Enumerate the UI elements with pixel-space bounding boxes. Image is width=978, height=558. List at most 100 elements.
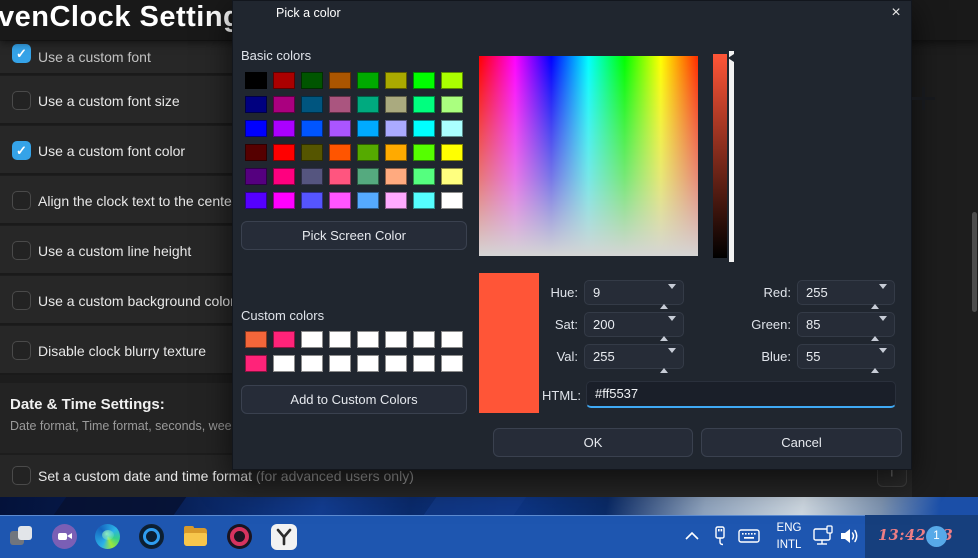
basic-color-swatch[interactable]	[413, 72, 435, 89]
setting-checkbox[interactable]: ✓	[12, 44, 31, 63]
tray-language-indicator[interactable]: ENG INTL	[772, 520, 806, 554]
spinner-arrows-icon[interactable]	[660, 285, 676, 308]
basic-color-swatch[interactable]	[413, 120, 435, 137]
custom-color-swatch[interactable]	[273, 355, 295, 372]
basic-color-swatch[interactable]	[385, 168, 407, 185]
basic-color-swatch[interactable]	[273, 96, 295, 113]
custom-color-swatch[interactable]	[385, 355, 407, 372]
basic-color-swatch[interactable]	[273, 192, 295, 209]
notification-badge[interactable]: 1	[926, 526, 947, 547]
basic-color-swatch[interactable]	[357, 144, 379, 161]
add-to-custom-colors-button[interactable]: Add to Custom Colors	[241, 385, 467, 414]
custom-color-swatch[interactable]	[357, 355, 379, 372]
pick-screen-color-button[interactable]: Pick Screen Color	[241, 221, 467, 250]
custom-color-swatch[interactable]	[413, 331, 435, 348]
opera-gx-icon[interactable]	[227, 524, 253, 550]
custom-color-swatch[interactable]	[301, 331, 323, 348]
basic-color-swatch[interactable]	[329, 96, 351, 113]
custom-color-swatch[interactable]	[245, 355, 267, 372]
basic-color-swatch[interactable]	[441, 120, 463, 137]
basic-color-swatch[interactable]	[385, 144, 407, 161]
basic-color-swatch[interactable]	[413, 192, 435, 209]
value-slider[interactable]	[713, 54, 727, 258]
custom-color-swatch[interactable]	[357, 331, 379, 348]
elevenclock-taskbar-clock[interactable]: 13:42:13 1	[865, 515, 978, 558]
basic-color-swatch[interactable]	[385, 120, 407, 137]
custom-color-swatch[interactable]	[413, 355, 435, 372]
basic-color-swatch[interactable]	[357, 120, 379, 137]
chat-video-app-icon[interactable]	[52, 524, 78, 550]
basic-color-swatch[interactable]	[245, 120, 267, 137]
elevenclock-icon[interactable]	[271, 524, 297, 550]
settings-scrollbar-thumb[interactable]	[972, 212, 977, 312]
basic-color-swatch[interactable]	[301, 168, 323, 185]
basic-color-swatch[interactable]	[245, 192, 267, 209]
file-explorer-icon[interactable]	[183, 524, 209, 550]
setting-checkbox[interactable]	[12, 191, 31, 210]
spinner-arrows-icon[interactable]	[660, 317, 676, 340]
hue-field[interactable]: 9	[584, 280, 684, 305]
basic-color-swatch[interactable]	[413, 168, 435, 185]
tray-usb-icon[interactable]	[712, 524, 728, 553]
ok-button[interactable]: OK	[493, 428, 693, 457]
basic-color-swatch[interactable]	[385, 96, 407, 113]
basic-color-swatch[interactable]	[245, 96, 267, 113]
basic-color-swatch[interactable]	[441, 192, 463, 209]
tray-volume-icon[interactable]	[839, 526, 861, 551]
custom-color-swatch[interactable]	[329, 331, 351, 348]
setting-checkbox[interactable]: ✓	[12, 141, 31, 160]
spinner-arrows-icon[interactable]	[871, 317, 887, 340]
basic-color-swatch[interactable]	[273, 168, 295, 185]
basic-color-swatch[interactable]	[273, 144, 295, 161]
setting-checkbox[interactable]	[12, 91, 31, 110]
blue-field[interactable]: 55	[797, 344, 895, 369]
basic-color-swatch[interactable]	[441, 72, 463, 89]
basic-color-swatch[interactable]	[329, 144, 351, 161]
basic-color-swatch[interactable]	[301, 144, 323, 161]
basic-color-swatch[interactable]	[357, 192, 379, 209]
tray-keyboard-icon[interactable]	[738, 528, 760, 549]
spinner-arrows-icon[interactable]	[871, 349, 887, 372]
basic-color-swatch[interactable]	[245, 72, 267, 89]
custom-color-swatch[interactable]	[441, 331, 463, 348]
basic-color-swatch[interactable]	[329, 120, 351, 137]
basic-color-swatch[interactable]	[385, 192, 407, 209]
close-icon[interactable]: ×	[886, 3, 906, 23]
basic-color-swatch[interactable]	[357, 96, 379, 113]
checkbox-custom-datetime-format[interactable]	[12, 466, 31, 485]
task-view-icon[interactable]	[9, 524, 35, 550]
spinner-arrows-icon[interactable]	[660, 349, 676, 372]
spinner-arrows-icon[interactable]	[871, 285, 887, 308]
crosshair-icon[interactable]	[922, 87, 925, 110]
value-slider-handle[interactable]	[728, 54, 734, 62]
value-slider-groove[interactable]	[729, 51, 734, 262]
basic-color-swatch[interactable]	[245, 168, 267, 185]
custom-color-swatch[interactable]	[273, 331, 295, 348]
edge-browser-icon[interactable]	[95, 524, 121, 550]
setting-checkbox[interactable]	[12, 291, 31, 310]
custom-color-swatch[interactable]	[441, 355, 463, 372]
basic-color-swatch[interactable]	[329, 192, 351, 209]
val-field[interactable]: 255	[584, 344, 684, 369]
basic-color-swatch[interactable]	[301, 120, 323, 137]
sat-field[interactable]: 200	[584, 312, 684, 337]
basic-color-swatch[interactable]	[329, 168, 351, 185]
setting-checkbox[interactable]	[12, 241, 31, 260]
cortana-icon[interactable]	[139, 524, 165, 550]
green-field[interactable]: 85	[797, 312, 895, 337]
basic-color-swatch[interactable]	[301, 192, 323, 209]
basic-color-swatch[interactable]	[441, 96, 463, 113]
basic-color-swatch[interactable]	[413, 144, 435, 161]
basic-color-swatch[interactable]	[329, 72, 351, 89]
basic-color-swatch[interactable]	[441, 144, 463, 161]
custom-color-swatch[interactable]	[301, 355, 323, 372]
setting-checkbox[interactable]	[12, 341, 31, 360]
basic-color-swatch[interactable]	[357, 168, 379, 185]
basic-color-swatch[interactable]	[441, 168, 463, 185]
custom-color-swatch[interactable]	[329, 355, 351, 372]
basic-color-swatch[interactable]	[273, 120, 295, 137]
basic-color-swatch[interactable]	[385, 72, 407, 89]
basic-color-swatch[interactable]	[301, 72, 323, 89]
cancel-button[interactable]: Cancel	[701, 428, 902, 457]
tray-network-icon[interactable]	[812, 525, 836, 552]
